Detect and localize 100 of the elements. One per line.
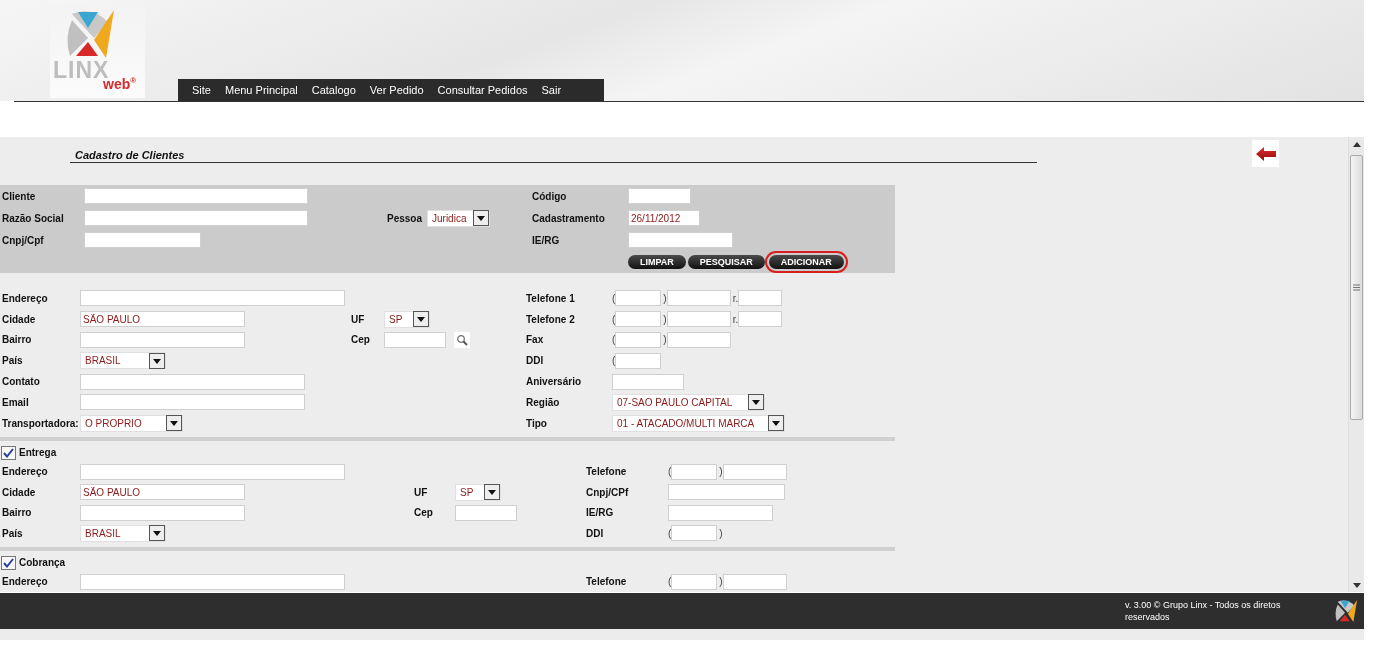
text-field[interactable] [84,188,308,204]
field-label: Cep [350,333,371,348]
separator-text: ( [612,333,616,348]
checkbox[interactable] [1,555,16,570]
field-label: Razão Social [1,211,65,226]
text-field[interactable] [671,525,718,542]
dropdown[interactable]: O PROPRIO [80,414,183,432]
dropdown[interactable]: Juridica [427,209,490,227]
text-field[interactable] [80,504,245,521]
text-field[interactable]: SÃO PAULO [80,484,245,501]
text-field[interactable] [84,232,201,248]
separator-text: r. [732,291,739,306]
field-label: Transportadora: [1,416,80,431]
separator-text: r. [732,312,739,327]
field-label: Aniversário [525,375,583,390]
field-label: Bairro [1,506,33,521]
separator-text: ( [612,354,616,369]
dropdown[interactable]: SP [384,310,430,328]
field-label: DDI [585,526,605,541]
field-label: Telefone [585,575,628,590]
dropdown[interactable]: BRASIL [80,524,166,542]
field-label: Cidade [1,485,37,500]
field-label: Tipo [525,416,548,431]
scroll-down-icon[interactable] [1352,582,1361,588]
field-label: Email [1,395,30,410]
separator-text: ) [719,465,723,480]
dropdown[interactable]: 01 - ATACADO/MULTI MARCA [612,414,785,432]
text-field[interactable] [671,573,718,590]
nav-link[interactable]: Consultar Pedidos [430,81,535,99]
field-label: Endereço [1,465,49,480]
field-label: País [1,354,24,369]
text-field[interactable] [80,332,245,348]
text-field[interactable] [668,484,785,501]
text-field[interactable]: SÃO PAULO [80,311,245,328]
back-button[interactable] [1252,140,1279,167]
checkbox[interactable] [1,445,16,460]
nav-link[interactable]: Sair [534,81,569,99]
text-field[interactable] [80,463,345,480]
scrollbar[interactable] [1348,137,1364,592]
text-field[interactable] [384,332,446,348]
text-field[interactable] [80,394,305,411]
text-field[interactable] [722,463,787,480]
nav-link[interactable]: Menu Principal [217,81,305,99]
text-field[interactable] [615,311,662,328]
text-field[interactable] [628,232,733,248]
text-field[interactable] [80,373,305,390]
field-label: IE/RG [585,506,615,521]
text-field[interactable] [84,210,308,226]
scroll-up-icon[interactable] [1352,141,1361,147]
field-label: Cnpj/CPf [585,485,630,500]
field-label: Endereço [1,575,49,590]
text-field[interactable] [738,290,783,307]
field-label: UF [350,312,366,327]
field-label: DDI [525,354,545,369]
grip-icon [1353,284,1360,291]
text-field[interactable] [666,311,731,328]
text-field[interactable] [722,573,787,590]
text-field[interactable] [666,290,731,307]
nav-link[interactable]: Catalogo [304,81,363,99]
dropdown[interactable]: 07-SAO PAULO CAPITAL [612,393,765,411]
field-label: Pessoa [386,211,424,226]
dropdown[interactable]: BRASIL [80,352,166,370]
separator-text: ( [612,291,616,306]
text-field[interactable] [628,188,691,204]
text-field[interactable] [612,373,684,390]
text-field[interactable] [615,290,662,307]
scrollbar-thumb[interactable] [1350,155,1363,420]
separator-text: ( [668,465,672,480]
action-button[interactable]: PESQUISAR [687,255,765,269]
dropdown[interactable]: SP [455,483,501,501]
text-field[interactable] [615,332,662,348]
field-label: IE/RG [531,233,561,248]
field-label: Endereço [1,291,49,306]
text-field[interactable] [666,332,731,348]
separator-text: ) [663,291,667,306]
separator-text: ) [663,333,667,348]
text-field[interactable] [80,290,345,307]
checkbox-label: Cobrança [19,556,66,571]
separator-text: ) [663,312,667,327]
field-label: Cadastramento [531,211,606,226]
field-label: UF [413,485,429,500]
field-label: Bairro [1,333,33,348]
field-label: Fax [525,333,545,348]
search-button[interactable] [454,332,470,348]
text-field[interactable]: 26/11/2012 [628,210,700,226]
logo-mark-icon [1334,599,1358,623]
field-label: Cnpj/Cpf [1,233,45,248]
action-button[interactable]: LIMPAR [628,255,686,269]
text-field[interactable] [455,504,517,521]
field-label: Cidade [1,312,37,327]
field-label: Região [525,395,561,410]
nav-link[interactable]: Ver Pedido [362,81,431,99]
text-field[interactable] [615,352,662,369]
field-label: Contato [1,375,41,390]
nav-link[interactable]: Site [185,81,218,99]
text-field[interactable] [80,573,345,590]
text-field[interactable] [668,504,773,521]
page-title: Cadastro de Clientes [70,137,1037,163]
text-field[interactable] [671,463,718,480]
text-field[interactable] [738,311,783,328]
